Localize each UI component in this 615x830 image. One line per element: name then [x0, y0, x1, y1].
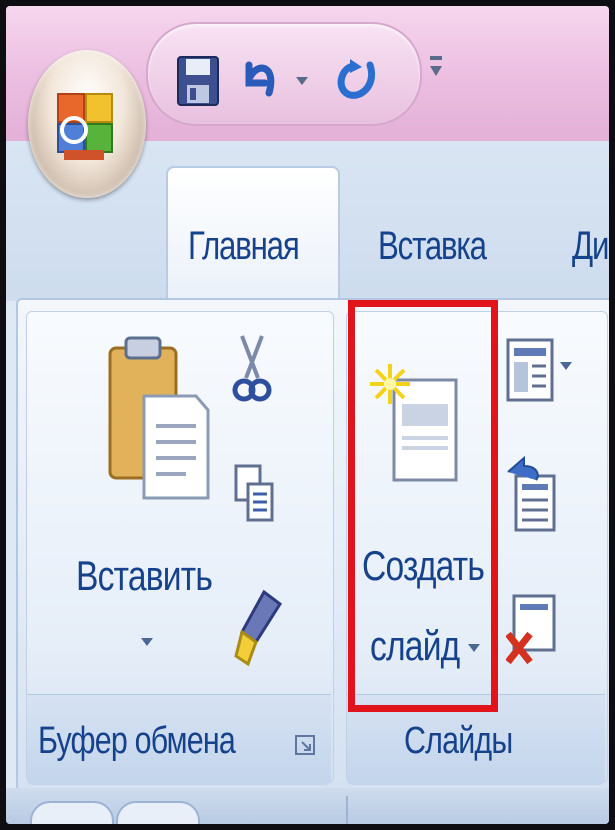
copy-icon: [234, 464, 274, 522]
office-logo-icon: [57, 93, 113, 160]
save-icon: [177, 56, 219, 106]
paste-icon: [108, 336, 210, 500]
office-button[interactable]: [28, 50, 146, 198]
customize-qat-icon: [430, 56, 442, 76]
tab-design[interactable]: Ди: [572, 224, 609, 269]
paste-button[interactable]: Вставить: [66, 326, 226, 676]
quick-access-toolbar: [146, 22, 422, 126]
undo-button[interactable]: [236, 54, 286, 108]
save-button[interactable]: [170, 54, 226, 108]
copy-button[interactable]: [232, 462, 282, 532]
delete-slide-icon: [505, 594, 556, 665]
redo-icon: [337, 59, 376, 99]
customize-qat-button[interactable]: [426, 46, 446, 91]
pane-divider: [346, 796, 348, 824]
chevron-down-icon: [141, 638, 153, 646]
clipboard-dialog-launcher[interactable]: [294, 734, 318, 758]
clipboard-group-label: Буфер обмена: [38, 720, 236, 762]
slides-pane-tab[interactable]: [30, 801, 114, 824]
layout-icon: [506, 338, 572, 402]
reset-button[interactable]: [504, 455, 564, 536]
undo-dropdown[interactable]: [290, 54, 314, 108]
delete-slide-button[interactable]: [505, 590, 562, 670]
format-painter-icon: [234, 589, 283, 667]
cut-icon: [232, 335, 272, 402]
undo-icon: [245, 61, 275, 97]
slides-group-label: Слайды: [404, 720, 513, 762]
reset-icon: [507, 455, 556, 532]
dialog-launcher-icon: [295, 735, 315, 755]
powerpoint-window: Главная Вставка Ди Вставить Буфер обмена…: [6, 6, 609, 824]
redo-button[interactable]: [328, 54, 388, 108]
cut-button[interactable]: [232, 332, 282, 412]
layout-button[interactable]: [504, 336, 584, 416]
format-painter-button[interactable]: [234, 586, 290, 672]
outline-pane-tab[interactable]: [116, 801, 200, 824]
tab-home-label: Главная: [188, 224, 300, 268]
tab-insert[interactable]: Вставка: [378, 224, 487, 269]
chevron-down-icon: [296, 77, 308, 85]
highlight-box: [348, 300, 498, 712]
paste-label: Вставить: [76, 552, 213, 599]
